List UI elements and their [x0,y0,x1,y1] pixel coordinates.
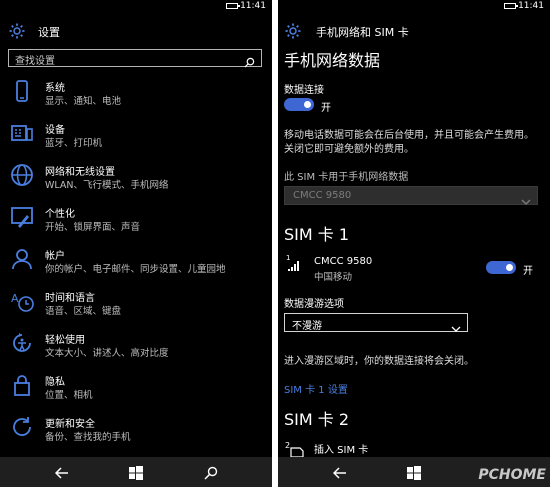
settings-item-update-security[interactable]: 更新和安全 备份、查找我的手机 [0,406,272,448]
sim1-name: CMCC 9580 [314,256,373,267]
sim1-signal-number: 1 [286,254,291,262]
page-header: 设置 [0,14,272,50]
status-time: 11:41 [240,1,266,11]
ease-of-access-icon [10,331,34,355]
watermark-logo: PCHOME [478,467,546,483]
item-title: 帐户 [45,251,65,262]
personalization-icon [10,205,34,229]
data-connection-toggle[interactable] [284,98,314,111]
chevron-down-icon [451,318,461,337]
settings-item-system[interactable]: 系统 显示、通知、电池 [0,70,272,112]
gear-icon [284,22,302,44]
item-subtitle: 文本大小、讲述人、高对比度 [45,348,169,359]
status-bar: 11:41 [278,0,550,14]
battery-icon [504,3,518,9]
windows-start-icon[interactable] [129,465,143,484]
lock-icon [10,373,34,397]
item-title: 隐私 [45,377,65,388]
data-connection-label: 数据连接 [284,85,324,96]
roaming-select[interactable]: 不漫游 [284,313,468,332]
page-header: 手机网络和 SIM 卡 [278,14,550,50]
toggle-knob [506,264,513,271]
item-title: 网络和无线设置 [45,167,115,178]
item-title: 设备 [45,125,65,136]
sim1-toggle[interactable] [486,261,516,274]
settings-item-personalization[interactable]: 个性化 开始、锁屏界面、声音 [0,196,272,238]
data-usage-info-line2: 关闭它即可避免额外的费用。 [284,144,414,155]
sim2-title: SIM 卡 2 [284,410,350,429]
back-icon[interactable] [332,465,347,484]
data-connection-state: 开 [321,103,331,114]
item-subtitle: 显示、通知、电池 [45,96,122,107]
svg-text:A: A [11,292,19,305]
item-title: 更新和安全 [45,419,95,430]
item-subtitle: 开始、锁屏界面、声音 [45,222,141,233]
item-subtitle: 你的帐户、电子邮件、同步设置、儿童园地 [45,264,226,275]
sim2-insert-text: 插入 SIM 卡 [314,445,369,456]
page-title: 设置 [38,26,60,39]
settings-item-ease-of-access[interactable]: 轻松使用 文本大小、讲述人、高对比度 [0,322,272,364]
toggle-knob [304,101,311,108]
item-subtitle: WLAN、飞行模式、手机网络 [45,180,169,191]
search-placeholder: 查找设置 [15,56,55,67]
page-title: 手机网络和 SIM 卡 [316,26,409,39]
back-icon[interactable] [54,465,69,484]
sim1-carrier: 中国移动 [314,272,353,283]
item-title: 轻松使用 [45,335,85,346]
roaming-value: 不漫游 [292,321,322,332]
settings-item-privacy[interactable]: 隐私 位置、相机 [0,364,272,406]
settings-item-network[interactable]: 网络和无线设置 WLAN、飞行模式、手机网络 [0,154,272,196]
item-title: 时间和语言 [45,293,95,304]
item-title: 个性化 [45,209,75,220]
roaming-note: 进入漫游区域时，你的数据连接将会关闭。 [284,356,474,367]
update-icon [10,415,34,439]
item-title: 系统 [45,83,65,94]
sim-for-data-label: 此 SIM 卡用于手机网络数据 [284,172,409,183]
search-input[interactable]: 查找设置 [8,49,262,68]
gear-icon [8,22,26,44]
settings-item-time-language[interactable]: A 时间和语言 语音、区域、键盘 [0,280,272,322]
cellular-sim-screen: 11:41 手机网络和 SIM 卡 手机网络数据 数据连接 开 移动电话数据可能… [278,0,550,487]
data-usage-info-line1: 移动电话数据可能会在后台使用，并且可能会产生费用。 [284,130,534,141]
item-subtitle: 备份、查找我的手机 [45,432,131,443]
devices-icon [10,121,34,145]
sim1-title: SIM 卡 1 [284,225,350,244]
battery-icon [226,3,240,9]
status-bar: 11:41 [0,0,272,14]
person-icon [10,247,34,271]
settings-item-devices[interactable]: 设备 蓝牙、打印机 [0,112,272,154]
monitor-icon [10,79,34,103]
sim-for-data-value: CMCC 9580 [293,190,352,201]
item-subtitle: 语音、区域、键盘 [45,306,122,317]
status-time: 11:41 [518,1,544,11]
chevron-down-icon [521,191,531,210]
section-title: 手机网络数据 [284,51,381,70]
sim1-settings-link[interactable]: SIM 卡 1 设置 [284,381,348,396]
search-icon[interactable] [204,465,218,484]
settings-screen: 11:41 设置 查找设置 系统 显示、通知、电池 设备 蓝牙、打印机 网络和无… [0,0,272,487]
sim1-toggle-state: 开 [523,266,533,277]
item-subtitle: 蓝牙、打印机 [45,138,103,149]
globe-icon [10,163,34,187]
item-subtitle: 位置、相机 [45,390,93,401]
sim-for-data-select[interactable]: CMCC 9580 [284,186,538,205]
roaming-label: 数据漫游选项 [284,299,344,310]
settings-item-accounts[interactable]: 帐户 你的帐户、电子邮件、同步设置、儿童园地 [0,238,272,280]
windows-start-icon[interactable] [407,465,421,484]
navigation-bar [0,457,272,487]
time-language-icon: A [10,289,34,313]
settings-category-list: 系统 显示、通知、电池 设备 蓝牙、打印机 网络和无线设置 WLAN、飞行模式、… [0,70,272,448]
